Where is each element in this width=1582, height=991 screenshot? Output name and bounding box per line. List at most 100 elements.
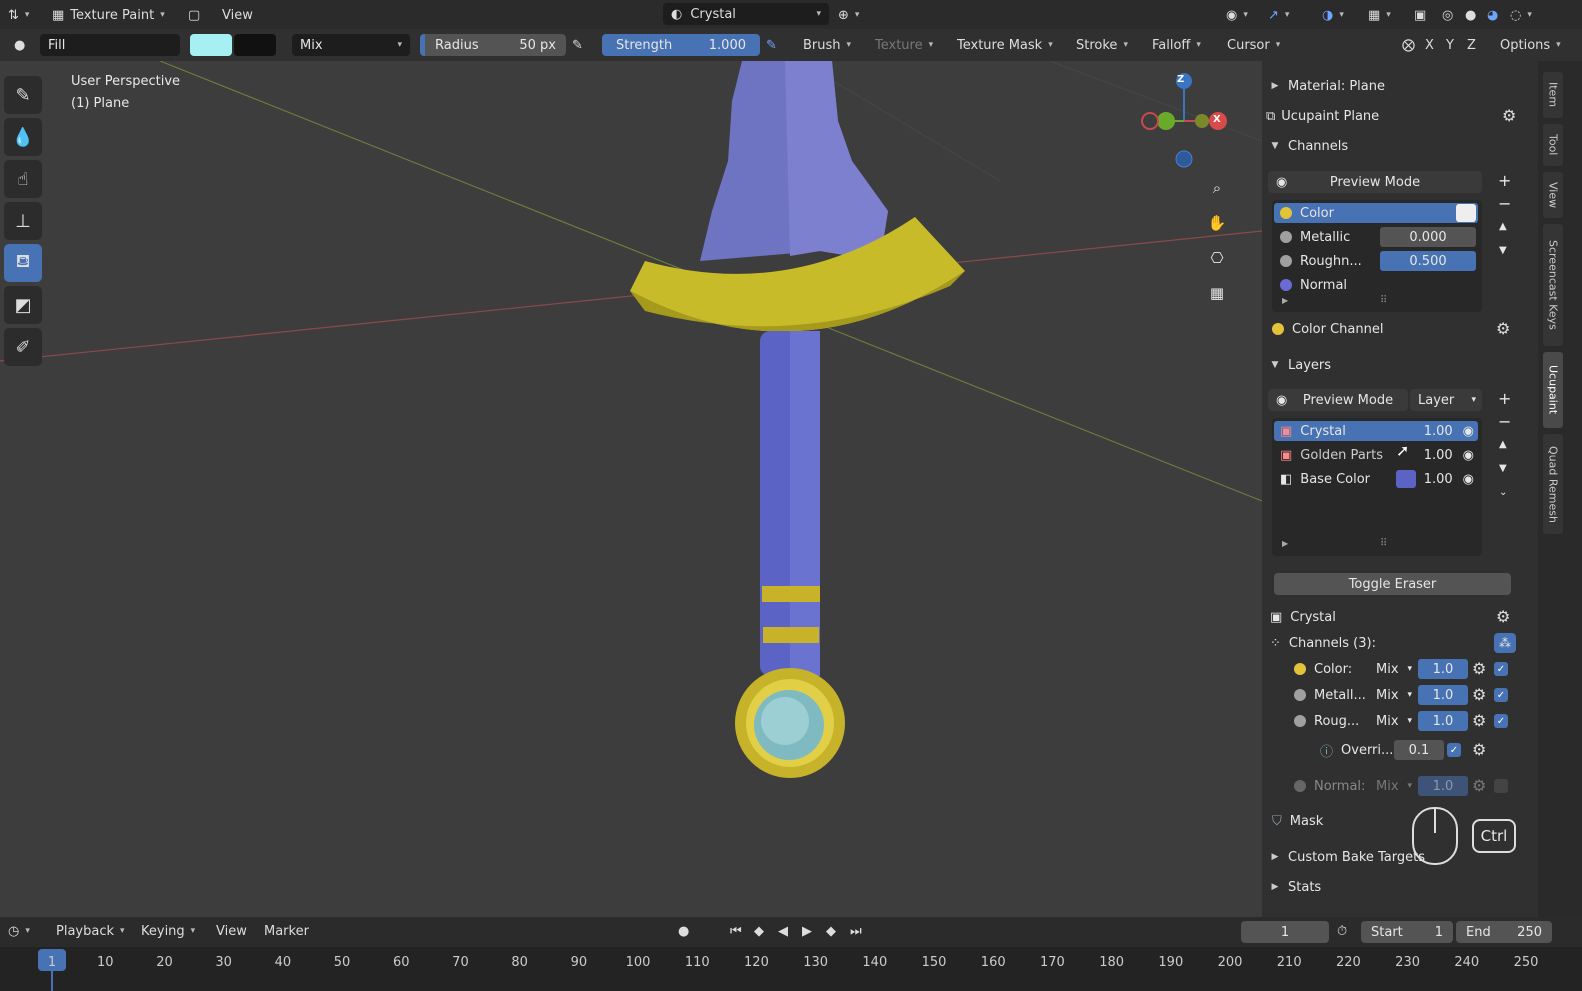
metallic-intensity-field[interactable]: 1.0 (1418, 685, 1468, 705)
normal-intensity-field[interactable]: 1.0 (1418, 776, 1468, 796)
next-keyframe-icon[interactable]: ◆ (826, 920, 836, 942)
layer-settings-gear-icon[interactable]: ⚙ (1496, 607, 1510, 626)
channels-header[interactable]: ▼ Channels (1262, 134, 1538, 158)
layer-menu-icon[interactable]: ⌄ (1499, 487, 1507, 498)
fill-bucket-icon[interactable]: ⛾ (4, 244, 42, 282)
list-expand-icon[interactable]: ▶ (1282, 539, 1288, 548)
play-icon[interactable]: ▶ (802, 920, 812, 942)
add-channel-icon[interactable]: + (1498, 171, 1511, 190)
list-resize-handle[interactable]: ⠿ (1380, 538, 1387, 549)
tab-tool[interactable]: Tool (1543, 124, 1563, 166)
tab-screencast-keys[interactable]: Screencast Keys (1543, 224, 1563, 346)
tab-ucupaint[interactable]: Ucupaint (1543, 352, 1563, 428)
primary-color-swatch[interactable] (190, 34, 232, 56)
layer-mode-dropdown[interactable]: Layer ▾ (1410, 389, 1482, 411)
channels-menu-icon[interactable]: ⁂ (1494, 633, 1516, 653)
channel-item-normal[interactable]: Normal (1274, 275, 1384, 295)
normal-gear-icon[interactable]: ⚙ (1472, 776, 1486, 795)
camera-icon[interactable]: ⎔ (1203, 244, 1231, 272)
roughness-enable-checkbox[interactable]: ✓ (1494, 714, 1508, 728)
layer-item-crystal[interactable]: ▣ Crystal 1.00 ◉ (1274, 421, 1478, 441)
add-layer-icon[interactable]: + (1498, 389, 1511, 408)
brush-name-field[interactable]: Fill (40, 34, 180, 56)
tab-quad-remesh[interactable]: Quad Remesh (1543, 434, 1563, 534)
cursor-menu[interactable]: Cursor ▾ (1227, 34, 1280, 56)
gizmo-toggle-icon[interactable]: ↗ ▾ (1268, 4, 1289, 26)
color-channel-gear-icon[interactable]: ⚙ (1496, 319, 1510, 338)
strength-slider[interactable]: Strength 1.000 (602, 34, 760, 56)
clone-icon[interactable]: ⊥ (4, 202, 42, 240)
channel-item-roughness[interactable]: Roughn... (1274, 251, 1384, 271)
brush-icon[interactable]: ● (14, 34, 25, 56)
channels-preview-mode-button[interactable]: ◉ Preview Mode (1268, 171, 1482, 193)
color-swatch[interactable] (1456, 204, 1476, 222)
gizmo-z-label[interactable]: Z (1177, 74, 1184, 85)
view-toggle-icon[interactable]: ▢ (188, 4, 200, 26)
draw-brush-icon[interactable]: ✎ (4, 76, 42, 114)
layer-opacity[interactable]: 1.00 (1424, 472, 1453, 487)
layer-down-icon[interactable]: ▼ (1499, 463, 1507, 474)
mode-dropdown[interactable]: ▦ Texture Paint ▾ (52, 4, 165, 26)
secondary-color-swatch[interactable] (234, 34, 276, 56)
end-frame-field[interactable]: End 250 (1456, 921, 1552, 943)
blend-mode-dropdown[interactable]: Mix ▾ (292, 34, 410, 56)
timeline-view-menu[interactable]: View (216, 920, 247, 942)
xray-icon[interactable]: ▣ (1414, 4, 1426, 26)
stats-row[interactable]: ▶ Stats (1262, 875, 1538, 899)
overlay-icon[interactable]: ◑ ▾ (1322, 4, 1344, 26)
jump-start-icon[interactable]: ⏮ (730, 920, 742, 942)
ortho-grid-icon[interactable]: ▦ (1203, 279, 1231, 307)
color-blend-dropdown[interactable]: Mix ▾ (1372, 659, 1416, 679)
3d-viewport[interactable]: Z X ⌕ ✋ ⎔ ▦ (0, 61, 1262, 917)
options-menu[interactable]: Options ▾ (1500, 34, 1561, 56)
stroke-menu[interactable]: Stroke ▾ (1076, 34, 1128, 56)
override-checkbox[interactable]: ✓ (1447, 743, 1461, 757)
wireframe-shading-icon[interactable]: ◎ (1442, 4, 1453, 26)
texture-menu[interactable]: Texture ▾ (875, 34, 933, 56)
view-menu[interactable]: View (222, 4, 253, 26)
mask-icon[interactable]: ◩ (4, 286, 42, 324)
material-dropdown[interactable]: ◐ Crystal ▾ (663, 3, 829, 25)
current-frame-field[interactable]: 1 (1241, 921, 1329, 943)
normal-enable-checkbox[interactable] (1494, 779, 1508, 793)
symmetry-icon[interactable]: ⨂ (1402, 34, 1415, 56)
tab-view[interactable]: View (1543, 172, 1563, 218)
layer-opacity[interactable]: 1.00 (1424, 424, 1453, 439)
soften-icon[interactable]: 💧 (4, 118, 42, 156)
visibility-icon[interactable]: ◉ ▾ (1226, 4, 1248, 26)
playback-menu[interactable]: Playback ▾ (56, 920, 125, 942)
toggle-eraser-button[interactable]: Toggle Eraser (1274, 573, 1511, 595)
radius-pressure-icon[interactable]: ✎ (572, 34, 583, 56)
layer-item-golden-parts[interactable]: ▣ Golden Parts 1.00 ◉ (1274, 445, 1478, 465)
marker-menu[interactable]: Marker (264, 920, 309, 942)
layers-preview-mode-button[interactable]: ◉ Preview Mode (1268, 389, 1408, 411)
material-row[interactable]: ▶ Material: Plane (1262, 74, 1538, 98)
remove-layer-icon[interactable]: − (1498, 412, 1511, 431)
axis-y-toggle[interactable]: Y (1446, 34, 1454, 56)
metallic-gear-icon[interactable]: ⚙ (1472, 685, 1486, 704)
record-icon[interactable]: ● (678, 920, 689, 942)
eye-icon[interactable]: ◉ (1463, 424, 1474, 439)
gizmo-x-label[interactable]: X (1213, 114, 1221, 125)
pivot-icon[interactable]: ⊕ ▾ (838, 4, 859, 26)
radius-slider[interactable]: Radius 50 px (420, 34, 566, 56)
editor-type-button[interactable]: ⇅ ▾ (8, 4, 29, 26)
timeline-editor-icon[interactable]: ◷ ▾ (8, 920, 30, 942)
move-down-icon[interactable]: ▼ (1499, 245, 1507, 256)
remove-channel-icon[interactable]: − (1498, 194, 1511, 213)
color-intensity-field[interactable]: 1.0 (1418, 659, 1468, 679)
falloff-menu[interactable]: Falloff ▾ (1152, 34, 1201, 56)
jump-end-icon[interactable]: ⏭ (850, 920, 862, 942)
axis-z-toggle[interactable]: Z (1467, 34, 1476, 56)
axis-x-toggle[interactable]: X (1425, 34, 1434, 56)
normal-blend-dropdown[interactable]: Mix ▾ (1372, 776, 1416, 796)
channel-item-color[interactable]: Color (1274, 203, 1478, 223)
rendered-shading-icon[interactable]: ◌ ▾ (1510, 4, 1532, 26)
prev-keyframe-icon[interactable]: ◆ (754, 920, 764, 942)
zoom-icon[interactable]: ⌕ (1203, 174, 1231, 202)
pan-hand-icon[interactable]: ✋ (1203, 209, 1231, 237)
smear-icon[interactable]: ☝ (4, 160, 42, 198)
keying-menu[interactable]: Keying ▾ (141, 920, 195, 942)
start-frame-field[interactable]: Start 1 (1361, 921, 1453, 943)
grid-icon[interactable]: ▦ ▾ (1368, 4, 1391, 26)
